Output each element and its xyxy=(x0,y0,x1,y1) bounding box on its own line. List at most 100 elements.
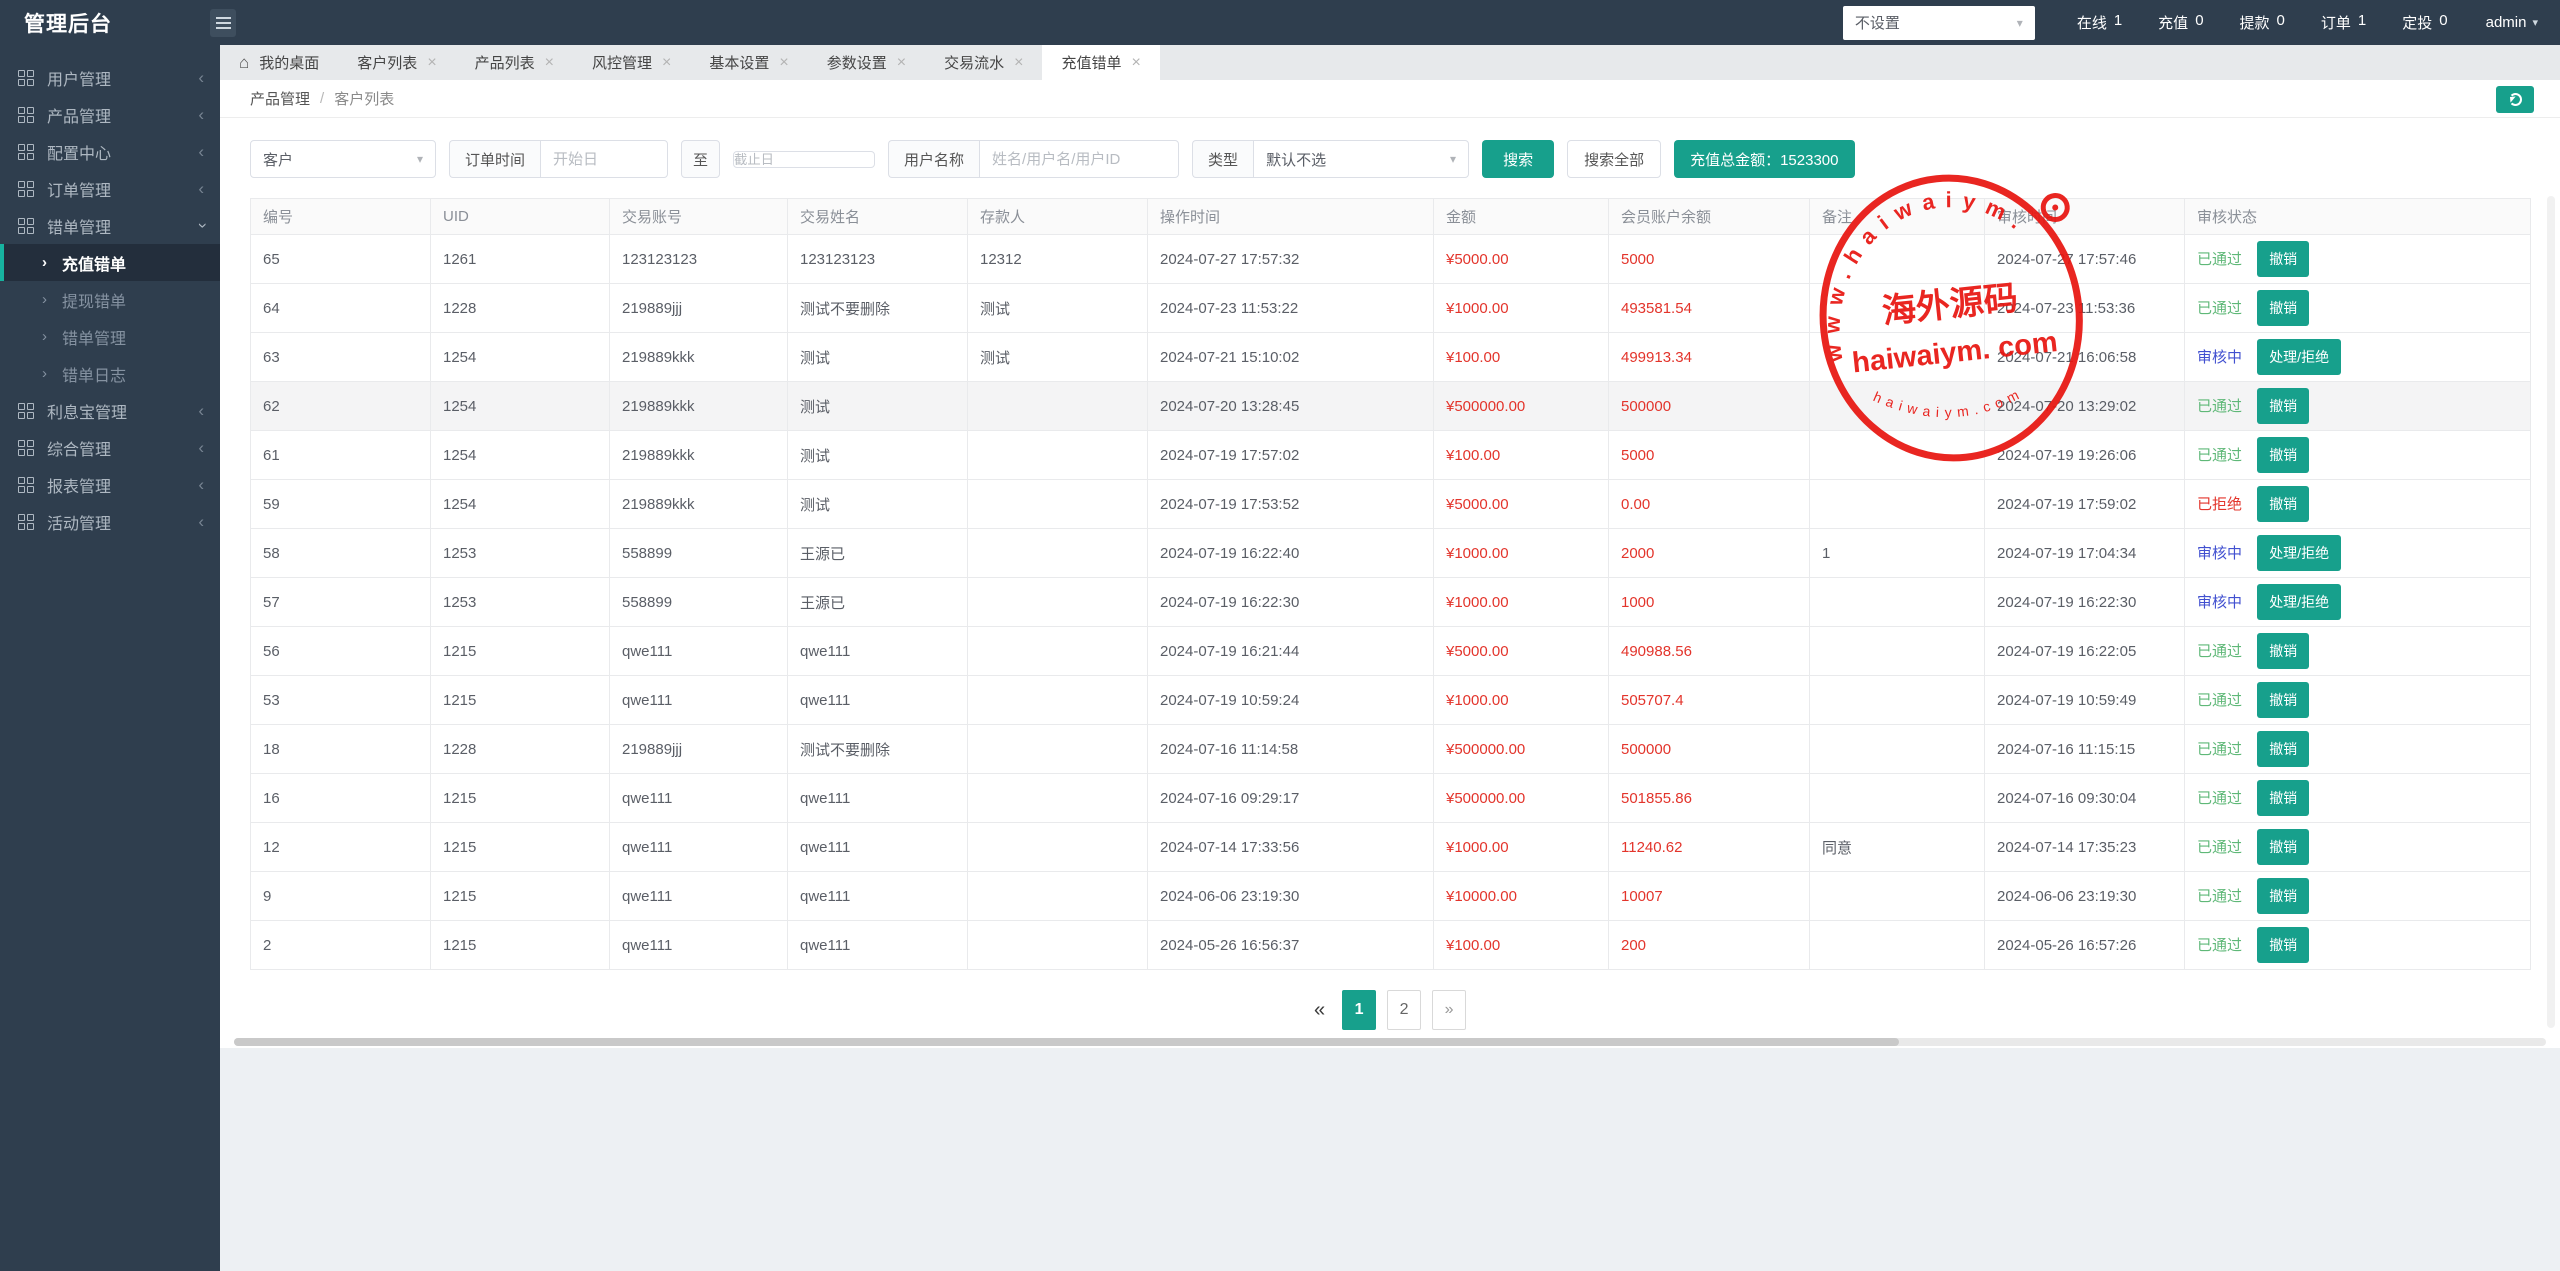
action-button[interactable]: 撤销 xyxy=(2257,633,2309,669)
tab-close-icon[interactable]: × xyxy=(779,54,788,72)
sidebar-item[interactable]: › 充值错单 xyxy=(0,244,220,281)
horizontal-scrollbar[interactable] xyxy=(234,1038,2546,1046)
action-button[interactable]: 撤销 xyxy=(2257,682,2309,718)
search-button[interactable]: 搜索 xyxy=(1482,140,1554,178)
cell-depositor: 测试 xyxy=(968,333,1148,382)
tab-close-icon[interactable]: × xyxy=(427,54,436,72)
cell-audit-time: 2024-07-16 09:30:04 xyxy=(1985,774,2185,823)
search-all-button[interactable]: 搜索全部 xyxy=(1567,140,1661,178)
hamburger-icon xyxy=(216,22,231,24)
action-button[interactable]: 撤销 xyxy=(2257,829,2309,865)
cell-remark xyxy=(1810,382,1985,431)
end-date-input[interactable] xyxy=(733,151,875,168)
cell-status: 已通过 撤销 xyxy=(2185,382,2531,431)
tab-close-icon[interactable]: × xyxy=(545,54,554,72)
sidebar-item[interactable]: 产品管理 ‹ xyxy=(0,96,220,133)
table-row: 61 1254 219889kkk 测试 2024-07-19 17:57:02… xyxy=(251,431,2531,480)
tab-close-icon[interactable]: × xyxy=(1014,54,1023,72)
cell-balance: 5000 xyxy=(1609,431,1810,480)
header-stat[interactable]: 充值 0 xyxy=(2158,12,2203,33)
action-button[interactable]: 处理/拒绝 xyxy=(2257,339,2341,375)
scrollbar-thumb[interactable] xyxy=(234,1038,1899,1046)
table-row: 58 1253 558899 王源已 2024-07-19 16:22:40 ¥… xyxy=(251,529,2531,578)
header-stat[interactable]: 提款 0 xyxy=(2240,12,2285,33)
sidebar-item[interactable]: 综合管理 ‹ xyxy=(0,429,220,466)
action-button[interactable]: 撤销 xyxy=(2257,780,2309,816)
cell-remark xyxy=(1810,676,1985,725)
cell-balance: 490988.56 xyxy=(1609,627,1810,676)
page-item[interactable]: » xyxy=(1432,990,1466,1030)
action-button[interactable]: 撤销 xyxy=(2257,731,2309,767)
sidebar-item[interactable]: 配置中心 ‹ xyxy=(0,133,220,170)
type-select-value: 默认不选 xyxy=(1266,149,1326,170)
tab[interactable]: 充值错单 × xyxy=(1042,45,1159,80)
tab[interactable]: 基本设置 × xyxy=(690,45,807,80)
customer-select[interactable]: 客户 ▾ xyxy=(250,140,436,178)
sidebar-toggle-button[interactable] xyxy=(210,9,236,37)
cell-balance: 500000 xyxy=(1609,382,1810,431)
tab[interactable]: 风控管理 × xyxy=(573,45,690,80)
username-group: 用户名称 xyxy=(888,140,1179,178)
cell-status: 已通过 撤销 xyxy=(2185,823,2531,872)
action-button[interactable]: 撤销 xyxy=(2257,290,2309,326)
header-stat[interactable]: 订单 1 xyxy=(2321,12,2366,33)
action-button[interactable]: 撤销 xyxy=(2257,486,2309,522)
breadcrumb-parent[interactable]: 产品管理 xyxy=(250,88,310,109)
tab[interactable]: 产品列表 × xyxy=(456,45,573,80)
refresh-button[interactable] xyxy=(2496,86,2534,113)
header-stat[interactable]: 在线 1 xyxy=(2077,12,2122,33)
sidebar-item[interactable]: 活动管理 ‹ xyxy=(0,503,220,540)
tab-label: 客户列表 xyxy=(357,52,417,73)
table-row: 62 1254 219889kkk 测试 2024-07-20 13:28:45… xyxy=(251,382,2531,431)
action-button[interactable]: 撤销 xyxy=(2257,388,2309,424)
cell-depositor xyxy=(968,921,1148,970)
sidebar-item[interactable]: › 提现错单 xyxy=(0,281,220,318)
start-date-input[interactable] xyxy=(540,140,668,178)
tab[interactable]: 交易流水 × xyxy=(925,45,1042,80)
action-button[interactable]: 撤销 xyxy=(2257,241,2309,277)
page-item[interactable]: « xyxy=(1314,999,1325,1022)
action-button[interactable]: 处理/拒绝 xyxy=(2257,535,2341,571)
username-input[interactable] xyxy=(979,140,1179,178)
sidebar-item-label: 综合管理 xyxy=(47,436,198,460)
order-time-group: 订单时间 xyxy=(449,140,668,178)
sidebar-item-label: 错单管理 xyxy=(47,214,198,238)
page-item[interactable]: 2 xyxy=(1387,990,1421,1030)
stat-label: 提款 xyxy=(2240,12,2270,33)
sidebar-item[interactable]: 订单管理 ‹ xyxy=(0,170,220,207)
vertical-scrollbar[interactable] xyxy=(2547,196,2555,1028)
cell-amount: ¥5000.00 xyxy=(1434,627,1609,676)
cell-balance: 499913.34 xyxy=(1609,333,1810,382)
tab-close-icon[interactable]: × xyxy=(897,54,906,72)
action-button[interactable]: 撤销 xyxy=(2257,437,2309,473)
sidebar-item[interactable]: 错单管理 ‹ xyxy=(0,207,220,244)
tab-close-icon[interactable]: × xyxy=(662,54,671,72)
arrow-right-icon: › xyxy=(42,291,47,308)
tab[interactable]: 客户列表 × xyxy=(338,45,455,80)
env-select[interactable]: 不设置 ▾ xyxy=(1843,6,2035,40)
cell-id: 64 xyxy=(251,284,431,333)
sidebar-item[interactable]: 用户管理 ‹ xyxy=(0,59,220,96)
table-header-row: 编号 UID 交易账号 交易姓名 存款人 操作时间 金额 xyxy=(251,199,2531,235)
cell-balance: 10007 xyxy=(1609,872,1810,921)
sidebar-item[interactable]: › 错单日志 xyxy=(0,355,220,392)
user-menu[interactable]: admin ▾ xyxy=(2486,14,2538,31)
cell-op-time: 2024-05-26 16:56:37 xyxy=(1148,921,1434,970)
header-stat[interactable]: 定投 0 xyxy=(2402,12,2447,33)
tab[interactable]: 参数设置 × xyxy=(808,45,925,80)
action-button[interactable]: 处理/拒绝 xyxy=(2257,584,2341,620)
type-select[interactable]: 默认不选 ▾ xyxy=(1253,140,1469,178)
action-button[interactable]: 撤销 xyxy=(2257,878,2309,914)
cell-audit-time: 2024-06-06 23:19:30 xyxy=(1985,872,2185,921)
sidebar-item[interactable]: › 错单管理 xyxy=(0,318,220,355)
tab[interactable]: ⌂ 我的桌面 xyxy=(220,45,338,80)
cell-depositor xyxy=(968,529,1148,578)
action-button[interactable]: 撤销 xyxy=(2257,927,2309,963)
sidebar-item[interactable]: 报表管理 ‹ xyxy=(0,466,220,503)
page-item[interactable]: 1 xyxy=(1342,990,1376,1030)
tab-close-icon[interactable]: × xyxy=(1131,54,1140,72)
cell-name: 测试不要删除 xyxy=(788,284,968,333)
sidebar-item[interactable]: 利息宝管理 ‹ xyxy=(0,392,220,429)
cell-remark xyxy=(1810,431,1985,480)
cell-balance: 5000 xyxy=(1609,235,1810,284)
